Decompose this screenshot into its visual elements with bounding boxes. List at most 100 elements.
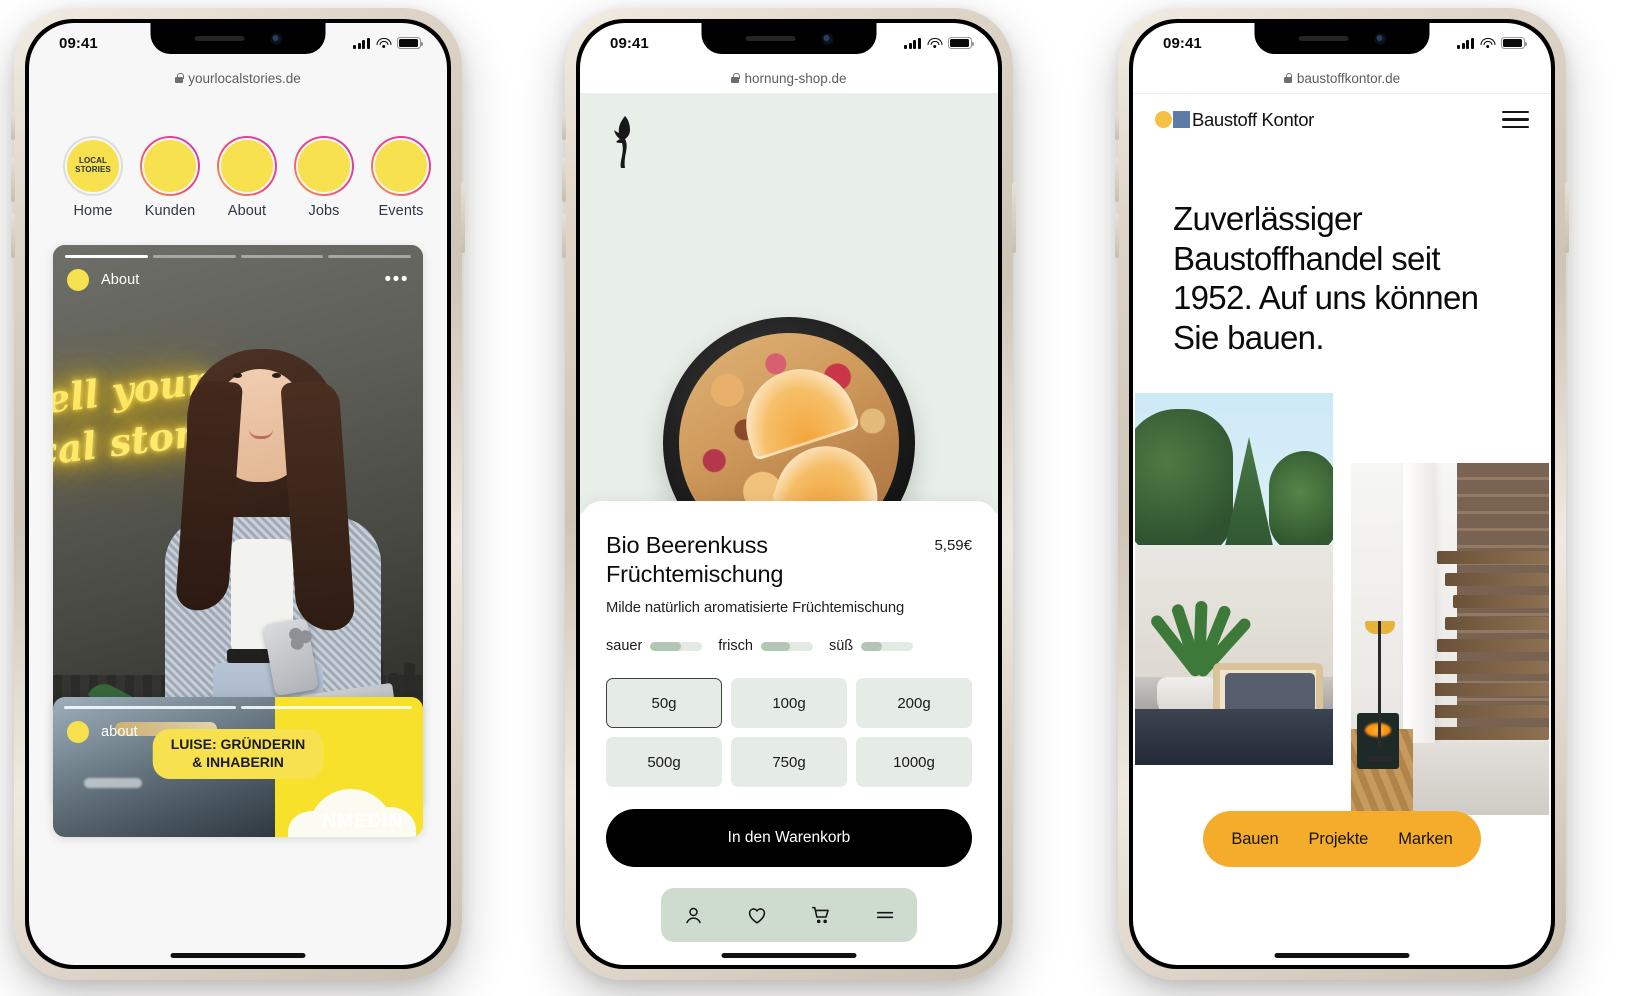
story-label: Jobs [308,203,340,219]
size-option-grid[interactable]: 50g 100g 200g 500g 750g 1000g [606,678,972,788]
size-option-100g[interactable]: 100g [731,678,847,729]
story-ring [294,136,354,196]
hero-image-staircase [1351,463,1549,815]
power-button[interactable] [461,183,465,253]
taste-suess: süß [828,638,914,655]
story-highlights-rail[interactable]: LOCAL STORIES Home Kunden About Jobs Eve… [29,93,447,225]
wifi-icon [927,37,942,49]
cellular-bars-icon [904,37,921,49]
wifi-icon [376,37,391,49]
taste-label: sauer [606,638,643,655]
orange-slice [731,355,860,462]
mute-switch[interactable] [1115,112,1119,140]
hero-headline: Zuverlässiger Baustoffhandel seit 1952. … [1173,200,1479,356]
size-option-500g[interactable]: 500g [606,737,722,788]
shopping-cart-icon[interactable] [808,902,834,928]
bottom-nav-pill[interactable]: Bauen Projekte Marken [1203,811,1481,867]
story-ring: LOCAL STORIES [63,136,123,196]
taste-meter [760,641,813,651]
story-highlight-home[interactable]: LOCAL STORIES Home [63,136,123,219]
nav-item-marken[interactable]: Marken [1398,830,1453,849]
taste-frisch: frisch [718,638,813,654]
device-notch [150,23,326,54]
device-notch [1254,23,1430,54]
story-ring [140,136,200,196]
brand-name: Baustoff Kontor [1192,108,1314,130]
face-profile-logo-icon[interactable] [608,115,638,169]
story-header: about [67,721,138,743]
front-camera-icon [821,32,833,45]
size-option-750g[interactable]: 750g [731,737,847,788]
product-title-row: Bio Beerenkuss Früchtemischung 5,59€ [606,531,972,589]
volume-up-button[interactable] [1115,158,1119,202]
status-time: 09:41 [610,34,649,52]
phone-device-1: 09:41 yourlocalstories.de LOCAL STORIES … [11,8,465,980]
volume-up-button[interactable] [562,158,566,202]
story-highlight-about[interactable]: About [217,136,277,219]
nav-item-bauen[interactable]: Bauen [1231,830,1278,849]
volume-down-button[interactable] [1115,214,1119,258]
browser-url-bar-2[interactable]: hornung-shop.de [580,63,998,93]
url-text: hornung-shop.de [744,70,847,86]
nav-item-projekte[interactable]: Projekte [1309,830,1369,849]
power-button[interactable] [1565,183,1569,253]
status-time: 09:41 [59,34,98,52]
home-indicator[interactable] [1274,953,1410,958]
product-hero-area [580,93,998,569]
battery-icon [1501,37,1528,49]
phone-device-2: 09:41 hornung-shop.de Bio Beerenkuss Frü… [562,8,1016,980]
story-label: Kunden [144,203,196,219]
story-header: About ••• [67,269,409,291]
phone-1-page-body: LOCAL STORIES Home Kunden About Jobs Eve… [29,93,447,965]
size-option-1000g[interactable]: 1000g [856,737,972,788]
url-text: yourlocalstories.de [188,70,301,86]
story-ring [217,136,277,196]
story-highlight-jobs[interactable]: Jobs [294,136,354,219]
home-indicator[interactable] [170,953,306,958]
volume-up-button[interactable] [11,158,15,202]
home-indicator[interactable] [721,953,857,958]
battery-icon [397,37,424,49]
taste-sauer: sauer [606,638,703,655]
story-label: About [227,203,267,219]
brand-logo[interactable]: Baustoff Kontor [1155,109,1314,131]
story-highlight-kunden[interactable]: Kunden [140,136,200,219]
volume-down-button[interactable] [562,214,566,258]
browser-url-bar-3[interactable]: baustoffkontor.de [1133,63,1551,93]
volume-down-button[interactable] [11,214,15,258]
bottom-tab-bar[interactable] [661,888,917,943]
hamburger-menu-icon[interactable] [1502,111,1529,128]
taste-label: süß [828,638,854,655]
story-highlight-events[interactable]: Events [371,136,431,219]
story-username: about [101,724,138,740]
earpiece-speaker [1298,36,1348,41]
story-caption-badge: LUISE: GRÜNDERIN & INHABERIN [152,729,324,779]
add-to-cart-button[interactable]: In den Warenkorb [606,809,972,868]
lock-icon [175,73,184,83]
screenshot-stage: 09:41 yourlocalstories.de LOCAL STORIES … [0,0,1630,996]
taste-label: frisch [718,638,753,655]
heart-wishlist-icon[interactable] [744,902,770,928]
product-title: Bio Beerenkuss Früchtemischung [606,532,784,588]
lock-icon [731,73,740,83]
account-person-icon[interactable] [680,902,706,928]
product-detail-sheet: Bio Beerenkuss Früchtemischung 5,59€ Mil… [580,501,998,965]
taste-meter [861,641,914,651]
story-label: Home [73,203,113,219]
cellular-bars-icon [1457,37,1474,49]
browser-url-bar-1[interactable]: yourlocalstories.de [29,63,447,93]
size-option-200g[interactable]: 200g [856,678,972,729]
avatar [67,269,89,291]
avatar [67,721,89,743]
story-ring [371,136,431,196]
power-button[interactable] [1012,183,1016,253]
phone-1-screen: 09:41 yourlocalstories.de LOCAL STORIES … [29,23,447,965]
menu-lines-icon[interactable] [872,902,898,928]
size-option-50g[interactable]: 50g [606,678,722,729]
mute-switch[interactable] [11,112,15,140]
mute-switch[interactable] [562,112,566,140]
device-notch [701,23,877,54]
earpiece-speaker [745,36,795,41]
hero-image-terrace [1135,393,1333,765]
product-subtitle: Milde natürlich aromatisierte Früchtemis… [606,600,905,617]
